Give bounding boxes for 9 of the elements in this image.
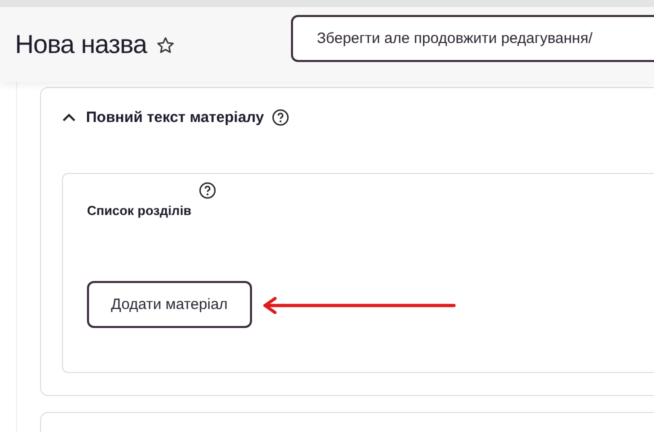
- help-icon[interactable]: [272, 108, 289, 126]
- chevron-icon[interactable]: [62, 112, 76, 122]
- add-material-button[interactable]: Додати матеріал: [87, 281, 252, 328]
- field-label: Список розділів: [87, 203, 192, 218]
- page-title: Нова назва: [15, 29, 147, 60]
- save-continue-button[interactable]: Зберегти але продовжити редагування/: [290, 15, 654, 62]
- help-icon[interactable]: [199, 182, 216, 199]
- star-icon[interactable]: [156, 36, 175, 55]
- section-title: Повний текст матеріалу: [86, 108, 264, 126]
